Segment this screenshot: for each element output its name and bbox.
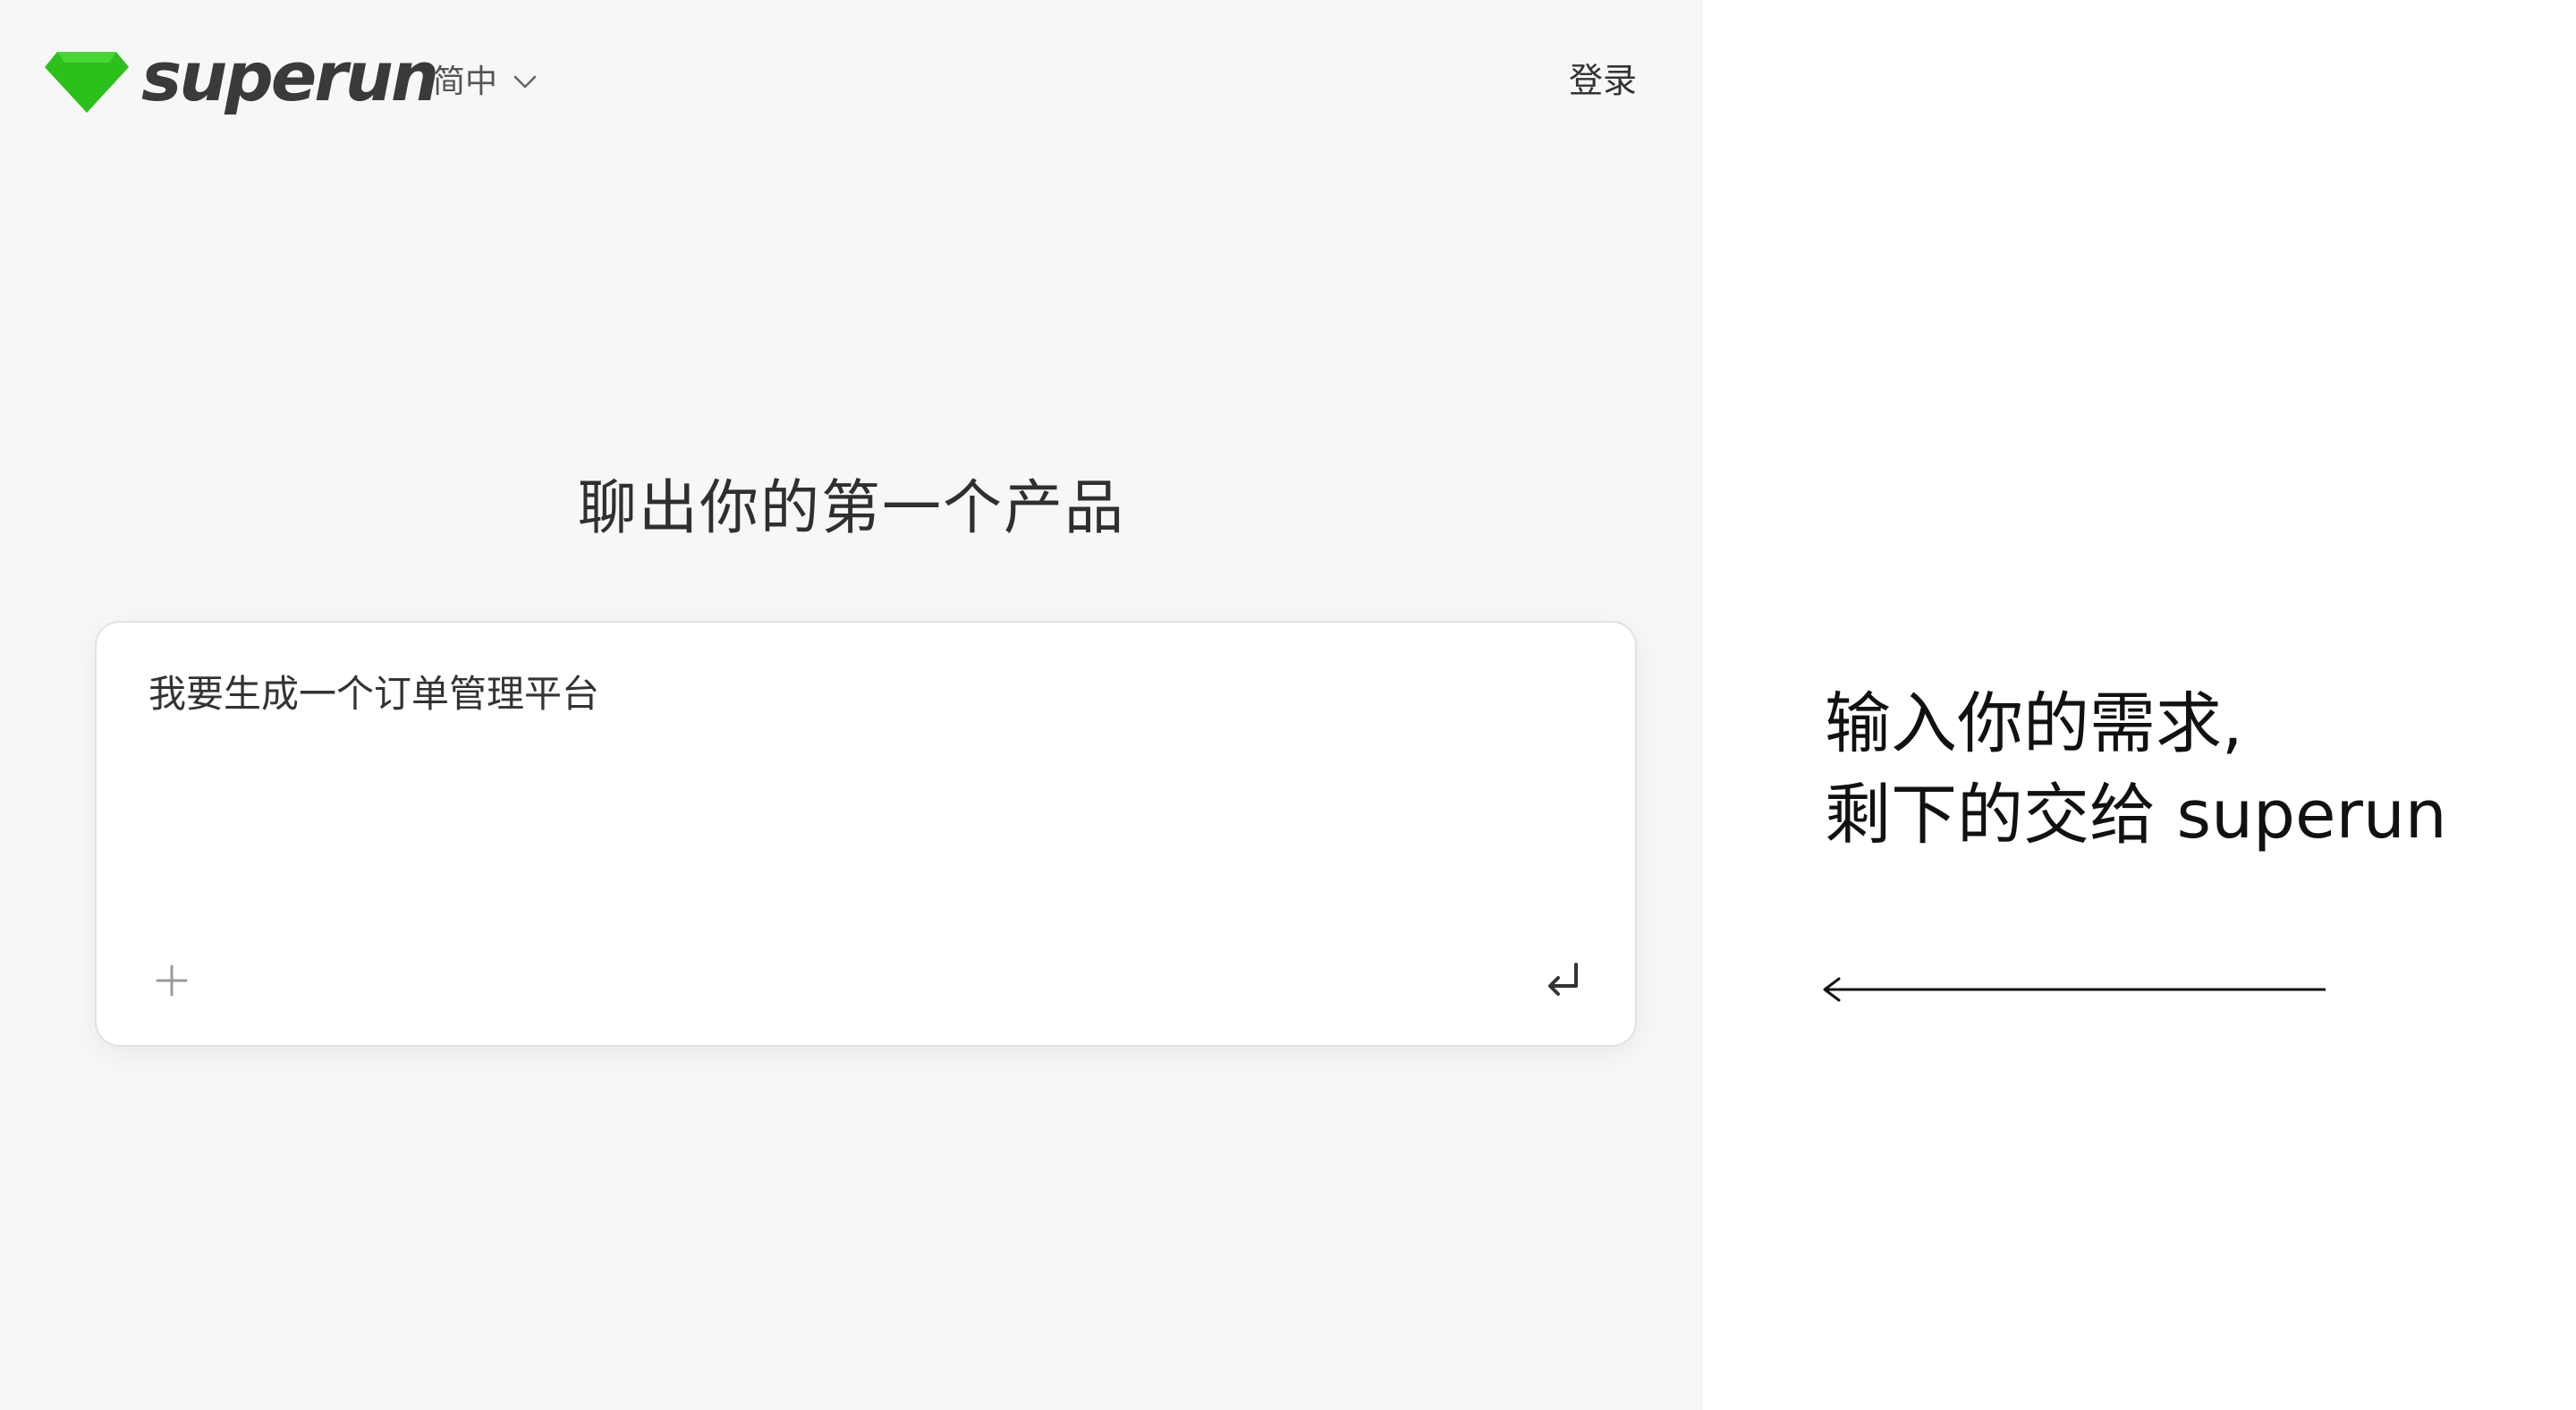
gem-logo-icon <box>45 52 129 113</box>
logo-text: superun <box>141 37 439 116</box>
language-selector[interactable]: 简中 <box>433 63 537 102</box>
header: superun 简中 登录 <box>0 0 1703 165</box>
annotation-line-2: 剩下的交给 superun <box>1825 777 2447 854</box>
prompt-input[interactable]: 我要生成一个订单管理平台 <box>148 666 1580 880</box>
annotation-line-1: 输入你的需求, <box>1825 685 2243 762</box>
annotation-text: 输入你的需求, 剩下的交给 superun <box>1825 678 2447 861</box>
prompt-card: 我要生成一个订单管理平台 <box>95 621 1637 1047</box>
language-label: 简中 <box>433 64 498 100</box>
left-arrow-icon <box>1823 977 2326 1002</box>
logo[interactable]: superun <box>45 43 439 116</box>
attach-button[interactable] <box>147 956 197 1006</box>
enter-icon <box>1548 963 1578 996</box>
plus-icon <box>156 964 188 997</box>
app-pane: superun 简中 登录 聊出你的第一个产品 我要生成一个订单管理平台 <box>0 0 1703 1410</box>
login-button[interactable]: 登录 <box>1569 59 1637 102</box>
chevron-down-icon <box>513 75 537 89</box>
submit-button[interactable] <box>1537 952 1590 1006</box>
page-title: 聊出你的第一个产品 <box>578 473 1125 542</box>
